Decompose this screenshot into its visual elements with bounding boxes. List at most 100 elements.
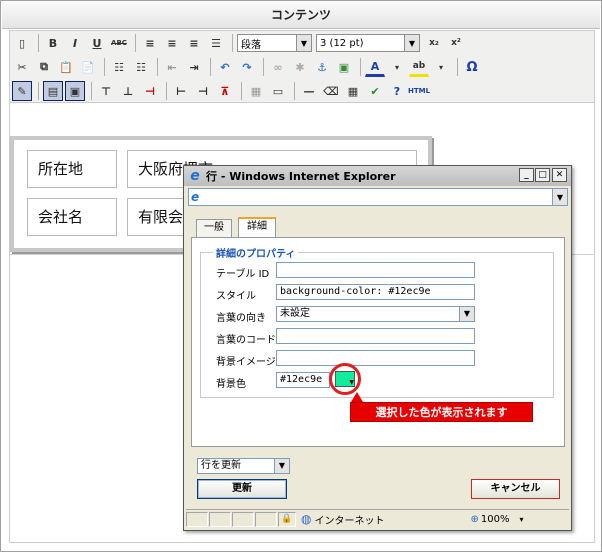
page-title: コンテンツ xyxy=(2,2,600,29)
maximize-icon[interactable]: □ xyxy=(535,168,550,182)
highlight-color-icon[interactable]: ab xyxy=(409,57,429,77)
paste-icon[interactable]: 📋 xyxy=(56,57,76,77)
insert-row-before-icon[interactable]: ⊤ xyxy=(96,81,116,101)
text-direction-label: 言葉の向き xyxy=(216,313,266,324)
copy-icon[interactable]: ⧉ xyxy=(34,57,54,77)
style-field[interactable]: background-color: #12ec9e xyxy=(276,284,475,300)
chevron-down-icon[interactable]: ▼ xyxy=(552,189,567,205)
unlink-icon[interactable]: ✱ xyxy=(290,57,310,77)
minimize-icon[interactable]: _ xyxy=(519,168,534,182)
indent-icon[interactable]: ⇥ xyxy=(184,57,204,77)
align-justify-icon[interactable]: ☰ xyxy=(206,33,226,53)
zoom-icon: ⊕ xyxy=(470,513,479,525)
dialog-titlebar[interactable]: e 行 - Windows Internet Explorer _ □ ✕ xyxy=(184,166,571,186)
bold-button[interactable]: B xyxy=(43,33,63,53)
highlight-circle xyxy=(329,363,361,395)
callout-pointer xyxy=(351,392,363,402)
subscript-button[interactable]: x₂ xyxy=(424,33,444,53)
toolbar-separator xyxy=(157,58,158,76)
table-icon[interactable]: ▦ xyxy=(343,81,363,101)
font-color-icon[interactable]: A xyxy=(365,57,385,77)
align-left-icon[interactable]: ≡ xyxy=(140,33,160,53)
special-char-button[interactable]: Ω xyxy=(462,57,482,77)
anchor-icon[interactable]: ⚓ xyxy=(312,57,332,77)
html-source-button[interactable]: HTML xyxy=(408,81,430,101)
toolbar-separator xyxy=(457,58,458,76)
tab-advanced[interactable]: 詳細 xyxy=(238,217,276,237)
redo-icon[interactable]: ↷ xyxy=(237,57,257,77)
row-props-icon[interactable]: ▤ xyxy=(43,81,63,101)
annotation-callout: 選択した色が表示されます xyxy=(350,402,533,422)
language-code-field[interactable] xyxy=(276,328,475,344)
font-size-select[interactable]: 3 (12 pt) ▼ xyxy=(316,34,420,52)
numbered-list-icon[interactable]: ☷ xyxy=(131,57,151,77)
merge-cells-icon[interactable]: ▭ xyxy=(268,81,288,101)
toolbar-separator xyxy=(360,58,361,76)
toolbar-separator xyxy=(166,82,167,100)
italic-button[interactable]: I xyxy=(65,33,85,53)
delete-row-icon[interactable]: ⊣ xyxy=(140,81,160,101)
style-label: スタイル xyxy=(216,291,256,302)
link-icon[interactable]: ∞ xyxy=(268,57,288,77)
toolbar-separator xyxy=(38,82,39,100)
status-cell xyxy=(186,511,208,527)
insert-col-after-icon[interactable]: ⊣ xyxy=(193,81,213,101)
tab-general[interactable]: 一般 xyxy=(196,219,232,237)
cleanup-icon[interactable]: ✔ xyxy=(365,81,385,101)
toolbar-row-1: ▯ B I U ABC ≡ ≡ ≡ ☰ 段落 ▼ 3 (12 pt) ▼ x₂ … xyxy=(12,32,468,54)
status-bar: 🔒 ◍ インターネット ⊕ 100% ▾ xyxy=(186,509,569,528)
group-legend: 詳細のプロパティ xyxy=(213,245,299,260)
superscript-button[interactable]: x² xyxy=(446,33,466,53)
chevron-down-icon[interactable]: ▾ xyxy=(519,515,523,524)
table-cell-label[interactable]: 会社名 xyxy=(27,198,117,236)
address-bar[interactable]: e ▼ xyxy=(188,188,568,206)
align-right-icon[interactable]: ≡ xyxy=(184,33,204,53)
undo-icon[interactable]: ↶ xyxy=(215,57,235,77)
chevron-down-icon: ▼ xyxy=(274,459,289,473)
globe-icon: ◍ xyxy=(301,512,312,526)
strikethrough-button[interactable]: ABC xyxy=(109,33,129,53)
row-properties-dialog: e 行 - Windows Internet Explorer _ □ ✕ e … xyxy=(183,165,572,531)
status-cell xyxy=(232,511,254,527)
eraser-icon[interactable]: ⌫ xyxy=(321,81,341,101)
help-icon[interactable]: ? xyxy=(387,81,407,101)
insert-col-before-icon[interactable]: ⊢ xyxy=(171,81,191,101)
action-select-value: 行を更新 xyxy=(201,460,241,471)
update-button[interactable]: 更新 xyxy=(197,479,287,499)
paste-text-icon[interactable]: 📄 xyxy=(78,57,98,77)
cancel-button[interactable]: キャンセル xyxy=(471,479,560,499)
text-direction-select[interactable]: 未設定 ▼ xyxy=(276,306,475,322)
align-center-icon[interactable]: ≡ xyxy=(162,33,182,53)
insert-row-after-icon[interactable]: ⊥ xyxy=(118,81,138,101)
delete-col-icon[interactable]: ⊼ xyxy=(215,81,235,101)
bg-image-field[interactable] xyxy=(276,350,475,366)
close-icon[interactable]: ✕ xyxy=(552,168,567,182)
bullet-list-icon[interactable]: ☷ xyxy=(109,57,129,77)
format-select-value: 段落 xyxy=(241,39,261,51)
table-cell-label[interactable]: 所在地 xyxy=(27,150,117,188)
edit-icon[interactable]: ✎ xyxy=(12,81,32,101)
table-id-field[interactable] xyxy=(276,262,475,278)
split-cells-icon[interactable]: ▦ xyxy=(246,81,266,101)
zoom-level[interactable]: 100% xyxy=(481,514,510,525)
horizontal-rule-icon[interactable]: — xyxy=(299,81,319,101)
status-cell xyxy=(255,511,277,527)
cut-icon[interactable]: ✂ xyxy=(12,57,32,77)
bg-color-field[interactable]: #12ec9e xyxy=(276,372,330,388)
toolbar-separator xyxy=(232,34,233,52)
bg-color-label: 背景色 xyxy=(216,379,246,390)
new-document-icon[interactable]: ▯ xyxy=(12,33,32,53)
table-id-label: テーブル ID xyxy=(216,269,270,280)
format-select[interactable]: 段落 ▼ xyxy=(237,34,312,52)
image-icon[interactable]: ▣ xyxy=(334,57,354,77)
toolbar-separator xyxy=(104,58,105,76)
underline-button[interactable]: U xyxy=(87,33,107,53)
font-size-select-value: 3 (12 pt) xyxy=(320,37,364,49)
action-select[interactable]: 行を更新 ▼ xyxy=(197,458,290,474)
outdent-icon[interactable]: ⇤ xyxy=(162,57,182,77)
chevron-down-icon[interactable]: ▾ xyxy=(431,57,451,77)
editor-toolbar: ▯ B I U ABC ≡ ≡ ≡ ☰ 段落 ▼ 3 (12 pt) ▼ x₂ … xyxy=(9,30,595,103)
cell-props-icon[interactable]: ▣ xyxy=(65,81,85,101)
chevron-down-icon[interactable]: ▾ xyxy=(387,57,407,77)
toolbar-separator xyxy=(241,82,242,100)
